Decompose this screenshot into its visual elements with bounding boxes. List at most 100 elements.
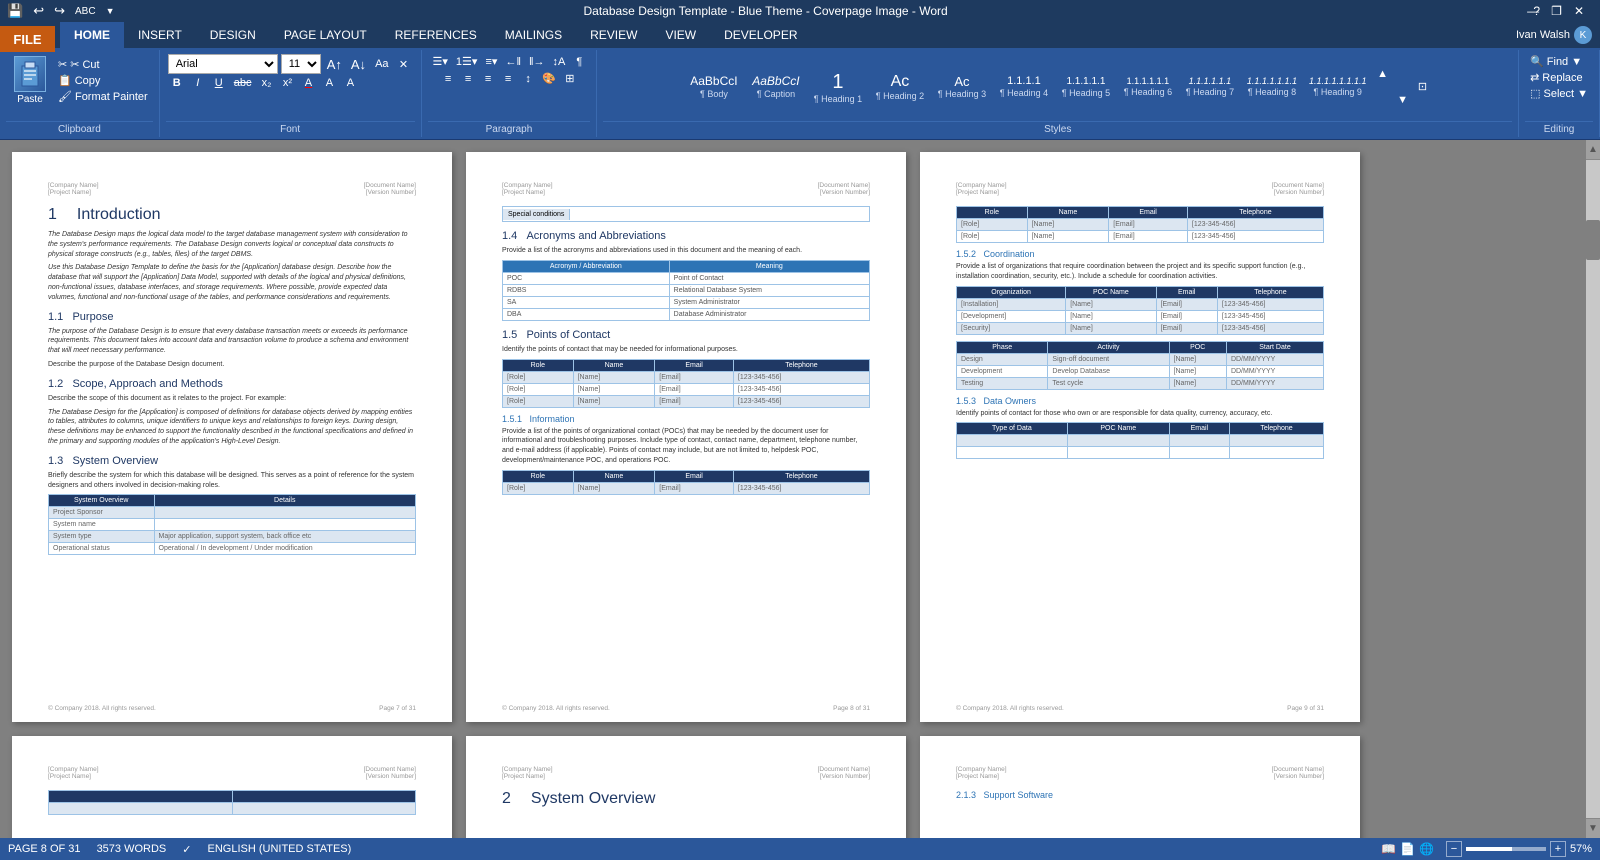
spelling-button[interactable]: ABC (72, 5, 99, 18)
font-color-2-button[interactable]: A (341, 76, 359, 90)
highlight-color-button[interactable]: A (320, 76, 338, 90)
web-layout-button[interactable]: 🌐 (1419, 842, 1434, 856)
zoom-slider[interactable] (1466, 847, 1546, 851)
help-icon[interactable]: ? (1533, 4, 1540, 18)
h2-purpose: 1.1 Purpose (48, 311, 416, 323)
strikethrough-button[interactable]: abc (231, 76, 255, 90)
superscript-button[interactable]: x² (278, 76, 296, 90)
subscript-button[interactable]: x₂ (257, 76, 275, 90)
bold-button[interactable]: B (168, 76, 186, 90)
font-family-select[interactable]: Arial (168, 54, 278, 74)
poc-table: Role Name Email Telephone [Role] [Name] … (502, 359, 870, 408)
font-row-2: B I U abc x₂ x² A A A (168, 76, 360, 90)
cut-button[interactable]: ✂ ✂ Cut (55, 57, 151, 72)
paste-button[interactable]: Paste (8, 54, 52, 107)
align-left-button[interactable]: ≡ (439, 72, 457, 86)
numbering-button[interactable]: 1☰▾ (453, 54, 481, 69)
spelling-icon[interactable]: ✓ (182, 843, 191, 856)
format-painter-icon: 🖌 (58, 90, 72, 103)
save-button[interactable]: 💾 (4, 2, 26, 20)
select-button[interactable]: ⬚ Select ▼ (1527, 86, 1591, 101)
border-button[interactable]: ⊞ (561, 71, 579, 86)
table-row: System name (49, 519, 416, 531)
style-body[interactable]: AaBbCcI ¶ Body (684, 71, 744, 101)
restore-button[interactable]: ❐ (1547, 4, 1566, 18)
tab-view[interactable]: VIEW (651, 22, 710, 48)
style-heading8[interactable]: 1.1.1.1.1.1.1 ¶ Heading 8 (1242, 73, 1302, 100)
line-spacing-button[interactable]: ↕ (519, 72, 537, 86)
style-heading9[interactable]: 1.1.1.1.1.1.1.1 ¶ Heading 9 (1304, 73, 1372, 100)
page-9: [Company Name][Project Name] [Document N… (920, 152, 1360, 722)
document-area[interactable]: [Company Name][Project Name] [Document N… (0, 140, 1600, 838)
style-heading6[interactable]: 1.1.1.1.1.1 ¶ Heading 6 (1118, 73, 1178, 100)
status-bar: PAGE 8 OF 31 3573 WORDS ✓ ENGLISH (UNITE… (0, 838, 1600, 860)
multilevel-button[interactable]: ≡▾ (482, 54, 500, 69)
justify-button[interactable]: ≡ (499, 72, 517, 86)
tab-home[interactable]: HOME (60, 22, 124, 48)
tab-mailings[interactable]: MAILINGS (491, 22, 576, 48)
font-grow-button[interactable]: A↑ (324, 56, 345, 73)
tab-insert[interactable]: INSERT (124, 22, 196, 48)
find-button[interactable]: 🔍 Find ▼ (1527, 54, 1585, 69)
undo-button[interactable]: ↩ (30, 2, 47, 20)
help-area[interactable]: ? (1533, 0, 1540, 22)
shading-button[interactable]: 🎨 (539, 71, 559, 86)
case-button[interactable]: Aa (372, 57, 391, 71)
show-hide-button[interactable]: ¶ (570, 55, 588, 69)
format-painter-button[interactable]: 🖌 Format Painter (55, 89, 151, 104)
replace-button[interactable]: ⇄ Replace (1527, 70, 1586, 85)
table-row: System type Major application, support s… (49, 531, 416, 543)
tab-developer[interactable]: DEVELOPER (710, 22, 811, 48)
tab-review[interactable]: REVIEW (576, 22, 651, 48)
styles-expand[interactable]: ⊡ (1414, 79, 1432, 94)
page-12-preview: [Company Name][Project Name] [Document N… (920, 736, 1360, 838)
copy-button[interactable]: 📋 Copy (55, 73, 151, 88)
style-heading3[interactable]: Ac ¶ Heading 3 (932, 71, 992, 103)
align-center-button[interactable]: ≡ (459, 72, 477, 86)
sort-button[interactable]: ↕A (550, 55, 569, 69)
tab-page-layout[interactable]: PAGE LAYOUT (270, 22, 381, 48)
editing-group-content: 🔍 Find ▼ ⇄ Replace ⬚ Select ▼ (1525, 52, 1593, 121)
decrease-indent-button[interactable]: ←‖ (502, 55, 524, 69)
page-7-footer: © Company 2018. All rights reserved. Pag… (48, 705, 416, 712)
increase-indent-button[interactable]: ‖→ (526, 55, 548, 69)
style-heading2[interactable]: Ac ¶ Heading 2 (870, 69, 930, 104)
page-11-preview: [Company Name][Project Name] [Document N… (466, 736, 906, 838)
style-heading5[interactable]: 1.1.1.1.1 ¶ Heading 5 (1056, 73, 1116, 101)
tab-references[interactable]: REFERENCES (381, 22, 491, 48)
styles-group: AaBbCcI ¶ Body AaBbCcI ¶ Caption 1 ¶ Hea… (597, 50, 1519, 137)
scope-example: The Database Design for the [Application… (48, 408, 416, 447)
clear-format-button[interactable]: ✕ (395, 57, 413, 72)
qat-more-button[interactable]: ▼ (103, 5, 118, 17)
paragraph-group-content: ☰▾ 1☰▾ ≡▾ ←‖ ‖→ ↕A ¶ ≡ ≡ ≡ ≡ ↕ 🎨 ⊞ (428, 52, 591, 121)
align-right-button[interactable]: ≡ (479, 72, 497, 86)
print-layout-button[interactable]: 📄 (1400, 842, 1415, 856)
redo-button[interactable]: ↪ (51, 2, 68, 20)
file-button[interactable]: FILE (0, 26, 55, 52)
underline-button[interactable]: U (210, 76, 228, 90)
bullets-button[interactable]: ☰▾ (430, 54, 451, 69)
clipboard-group: Paste ✂ ✂ Cut 📋 Copy 🖌 Format Painter (0, 50, 160, 137)
purpose-describe: Describe the purpose of the Database Des… (48, 360, 416, 370)
read-mode-button[interactable]: 📖 (1381, 842, 1396, 856)
zoom-in-button[interactable]: + (1550, 841, 1566, 857)
style-heading7[interactable]: 1.1.1.1.1.1 ¶ Heading 7 (1180, 73, 1240, 100)
style-caption[interactable]: AaBbCcI ¶ Caption (746, 71, 806, 101)
font-size-select[interactable]: 11 (281, 54, 321, 74)
quick-access-toolbar[interactable]: 💾 ↩ ↪ ABC ▼ (0, 0, 117, 22)
tab-design[interactable]: DESIGN (196, 22, 270, 48)
italic-button[interactable]: I (189, 76, 207, 90)
font-color-button[interactable]: A (299, 76, 317, 90)
table-row: SA System Administrator (503, 296, 870, 308)
vertical-scrollbar[interactable]: ▲ ▼ (1586, 140, 1600, 838)
styles-scroll-up[interactable]: ▲ (1374, 67, 1392, 81)
replace-icon: ⇄ (1530, 71, 1539, 84)
word-count: 3573 WORDS (97, 843, 167, 855)
zoom-out-button[interactable]: − (1446, 841, 1462, 857)
font-shrink-button[interactable]: A↓ (348, 56, 369, 73)
style-heading4[interactable]: 1.1.1.1 ¶ Heading 4 (994, 72, 1054, 101)
styles-scroll-down[interactable]: ▼ (1394, 93, 1412, 107)
style-heading1[interactable]: 1 ¶ Heading 1 (808, 67, 868, 107)
table-row: Testing Test cycle [Name] DD/MM/YYYY (957, 377, 1324, 389)
close-button[interactable]: ✕ (1570, 4, 1588, 18)
